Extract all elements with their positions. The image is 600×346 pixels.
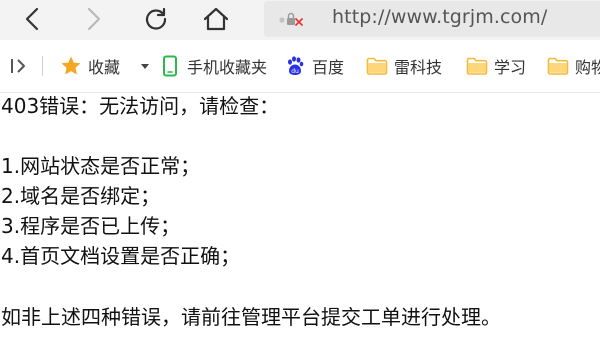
sidebar-toggle-icon[interactable] bbox=[8, 56, 32, 76]
bookmark-label: 手机收藏夹 bbox=[187, 58, 268, 77]
bookmark-label: 购物 bbox=[575, 58, 600, 77]
svg-text:du: du bbox=[291, 68, 299, 75]
reload-icon bbox=[145, 7, 167, 30]
folder-icon bbox=[466, 55, 488, 77]
bookmark-label: 收藏 bbox=[88, 58, 121, 77]
check-item: 1.网站状态是否正常； bbox=[1, 154, 201, 178]
back-button[interactable] bbox=[12, 0, 52, 38]
forward-arrow-icon bbox=[87, 7, 101, 31]
check-item: 4.首页文档设置是否正确； bbox=[1, 244, 241, 268]
home-icon bbox=[203, 7, 229, 31]
bookmark-mobile-favorites[interactable]: 手机收藏夹 bbox=[159, 53, 267, 79]
url-text[interactable]: http://www.tgrjm.com/ bbox=[332, 6, 547, 28]
error-footer: 如非上述四种错误，请前往管理平台提交工单进行处理。 bbox=[1, 305, 501, 329]
phone-icon bbox=[159, 55, 181, 77]
folder-icon bbox=[366, 55, 388, 77]
home-button[interactable] bbox=[196, 0, 236, 38]
back-arrow-icon bbox=[25, 7, 39, 31]
bookmark-label: 百度 bbox=[312, 58, 345, 77]
browser-window: http://www.tgrjm.com/ 收藏 手机收藏夹 du 百度 雷科技… bbox=[0, 0, 600, 346]
star-icon bbox=[60, 55, 82, 77]
bookmark-folder-study[interactable]: 学习 bbox=[466, 53, 526, 79]
baidu-paw-icon: du bbox=[284, 55, 306, 77]
navigation-toolbar: http://www.tgrjm.com/ bbox=[0, 0, 600, 40]
error-heading: 403错误：无法访问，请检查： bbox=[1, 94, 280, 118]
check-item: 2.域名是否绑定； bbox=[1, 184, 161, 208]
address-bar[interactable]: http://www.tgrjm.com/ bbox=[264, 1, 600, 37]
forward-button[interactable] bbox=[74, 0, 114, 38]
bookmark-folder-shopping[interactable]: 购物 bbox=[547, 53, 600, 79]
check-item: 3.程序是否已上传； bbox=[1, 214, 181, 238]
insecure-lock-icon bbox=[279, 12, 303, 26]
reload-button[interactable] bbox=[136, 0, 176, 38]
folder-icon bbox=[547, 55, 569, 77]
dropdown-arrow-icon[interactable] bbox=[140, 61, 150, 71]
bookmarks-divider bbox=[42, 56, 43, 76]
bookmark-folder-leikeji[interactable]: 雷科技 bbox=[366, 53, 442, 79]
bookmark-label: 雷科技 bbox=[394, 58, 443, 77]
bookmark-baidu[interactable]: du 百度 bbox=[284, 53, 344, 79]
bookmarks-bar: 收藏 手机收藏夹 du 百度 雷科技 学习 购物 bbox=[0, 40, 600, 93]
page-content: 403错误：无法访问，请检查： 1.网站状态是否正常； 2.域名是否绑定； 3.… bbox=[0, 93, 600, 346]
bookmark-favorites[interactable]: 收藏 bbox=[60, 53, 120, 79]
bookmark-label: 学习 bbox=[494, 58, 527, 77]
